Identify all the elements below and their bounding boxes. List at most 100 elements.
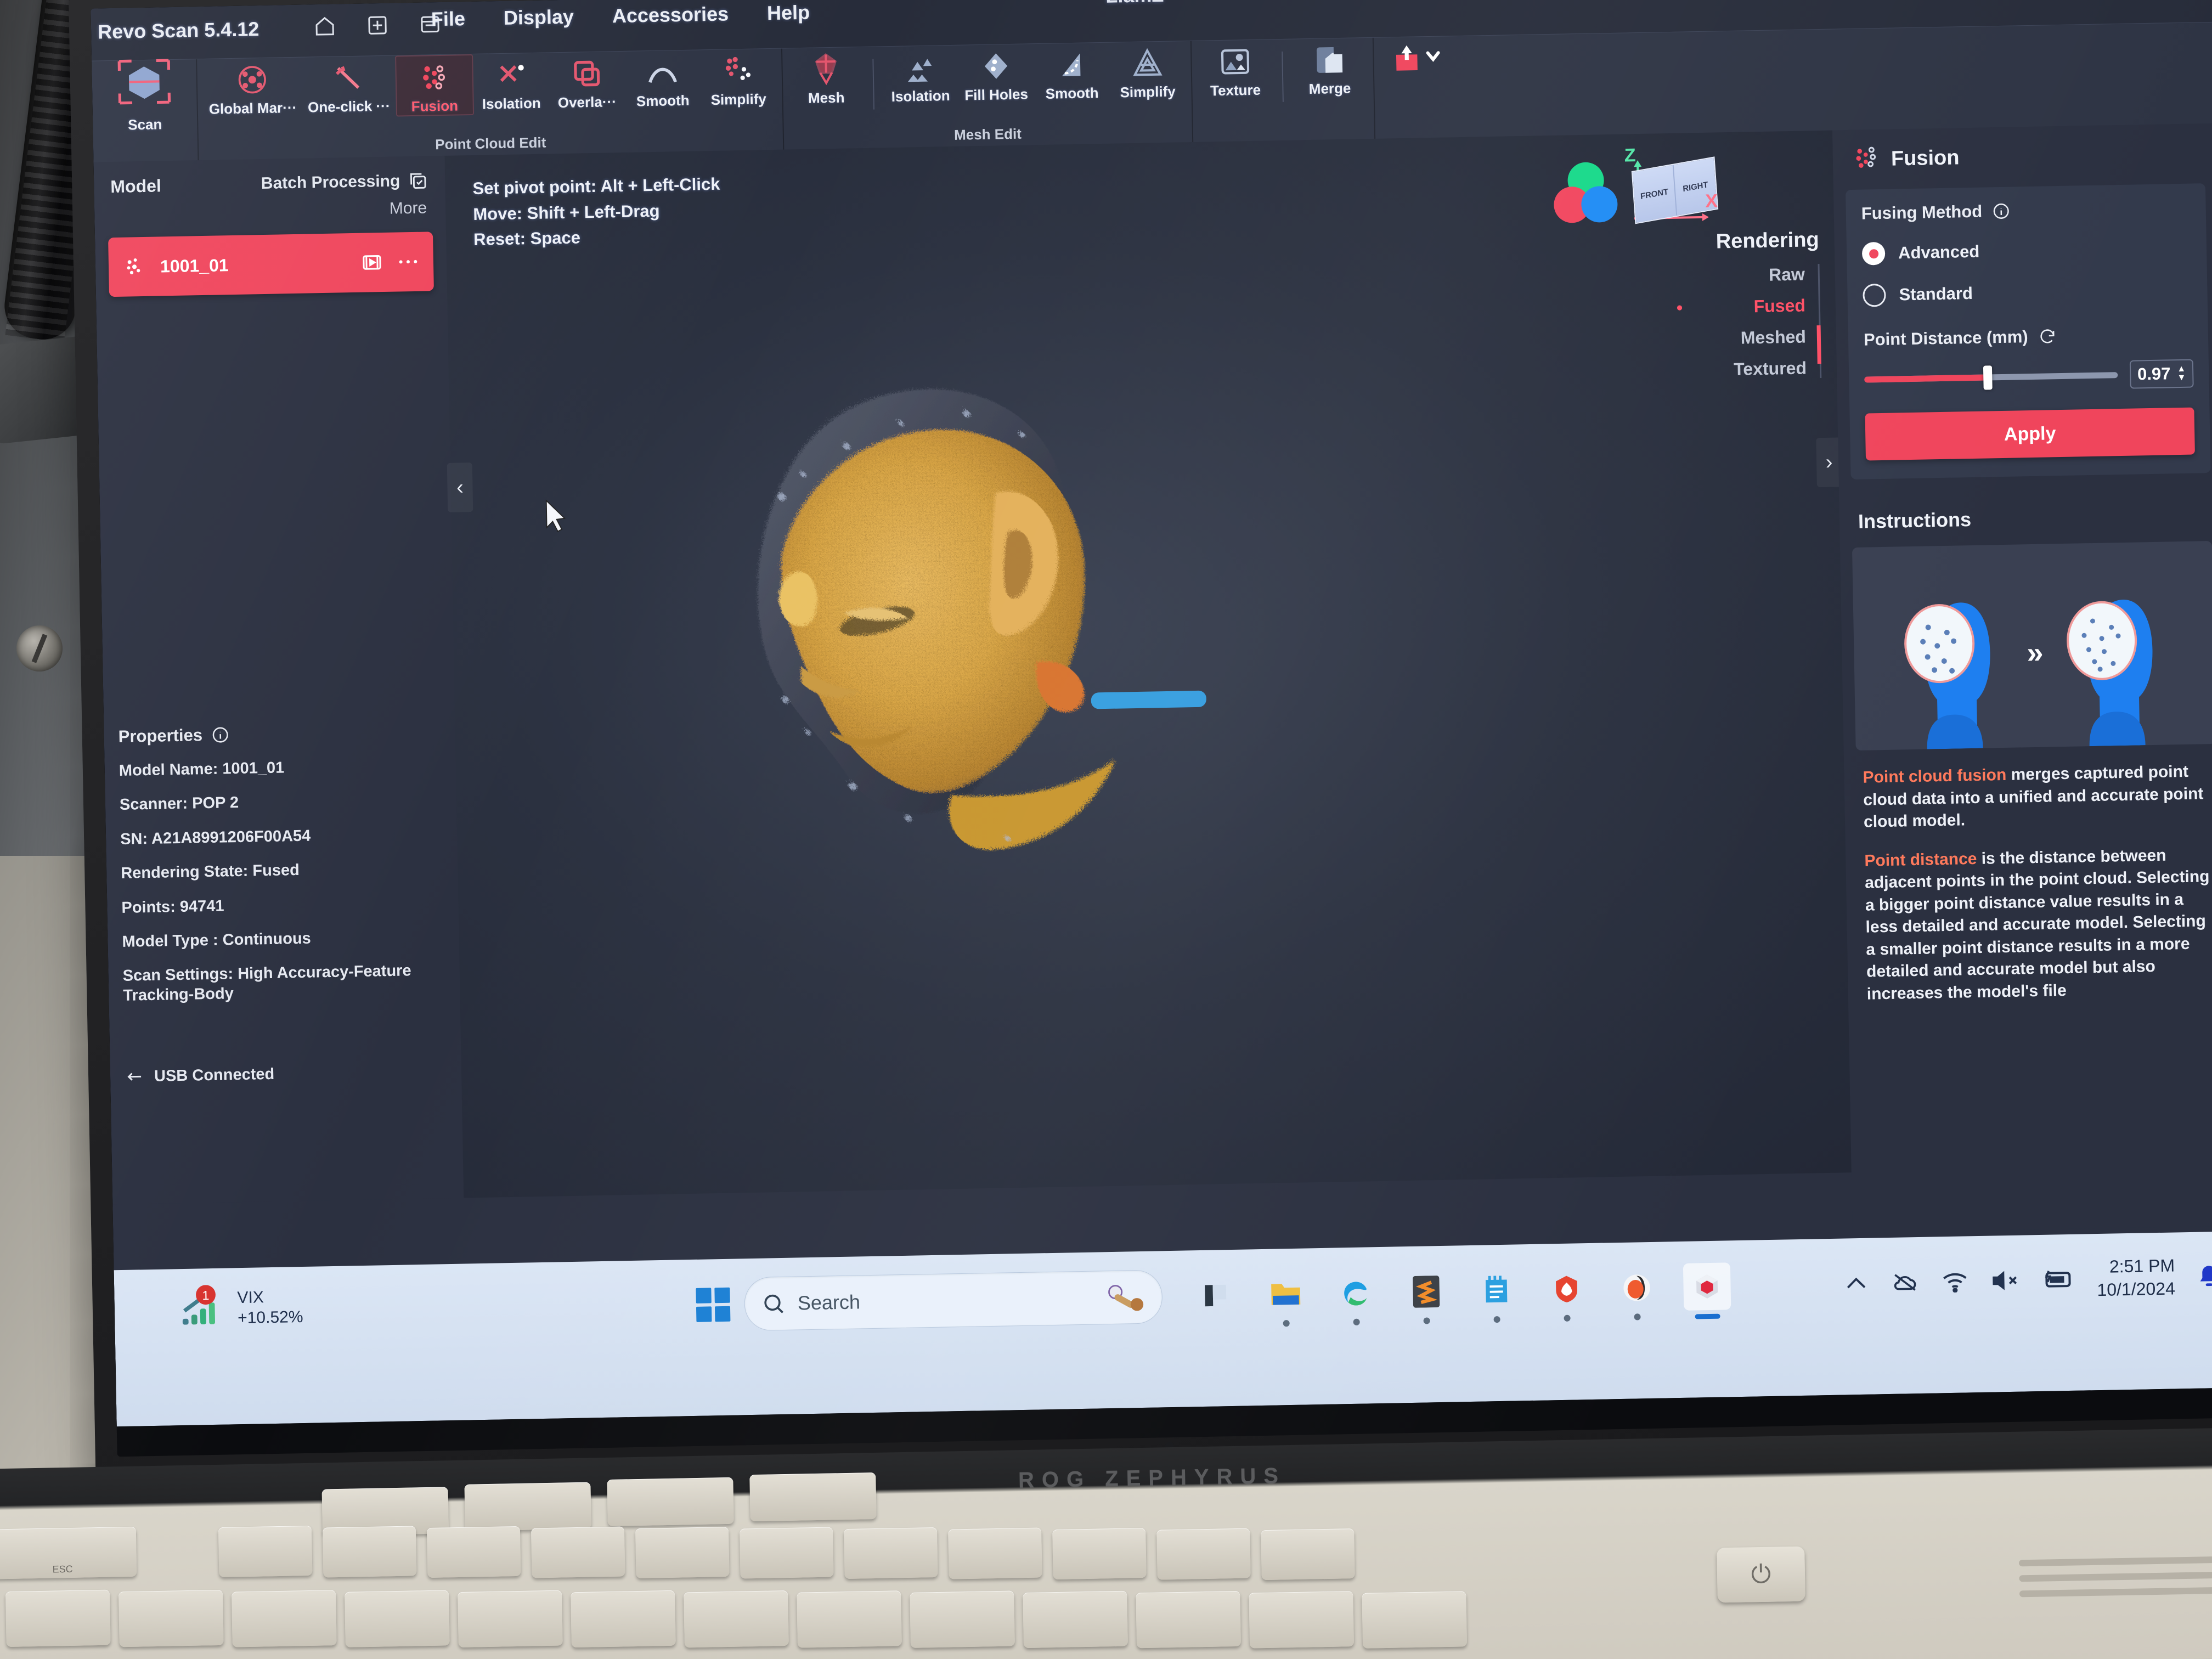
menu-file[interactable]: File (431, 7, 465, 31)
key-minus[interactable] (1249, 1591, 1355, 1649)
brave-icon[interactable] (1543, 1265, 1591, 1322)
start-button-icon[interactable] (696, 1287, 731, 1322)
key-1[interactable] (118, 1589, 224, 1647)
gizmo-face-front[interactable]: FRONT (1632, 165, 1678, 223)
radio-advanced-label: Advanced (1898, 241, 1980, 263)
search-box[interactable]: Search (743, 1269, 1163, 1331)
slider-handle[interactable] (1983, 365, 1993, 390)
tool-merge[interactable]: Merge (1291, 38, 1368, 98)
key-6[interactable] (684, 1590, 789, 1648)
keyboard[interactable]: ESC (0, 1472, 2212, 1659)
taskbar-clock[interactable]: 2:51 PM 10/1/2024 (2096, 1254, 2175, 1301)
stock-widget[interactable]: 1 VIX +10.52% (180, 1283, 303, 1333)
opera-gx-icon[interactable] (1613, 1264, 1661, 1321)
key-f3[interactable] (426, 1526, 521, 1578)
tool-fusion[interactable]: Fusion (394, 54, 474, 117)
info-icon[interactable] (1992, 202, 2011, 221)
batch-processing-button[interactable]: Batch Processing (261, 170, 429, 194)
key-f1[interactable] (218, 1525, 313, 1577)
onedrive-offline-icon[interactable] (1891, 1271, 1920, 1294)
model-list-item[interactable]: 1001_01 (108, 232, 434, 297)
home-icon[interactable] (311, 12, 340, 41)
power-button[interactable]: ⏻ (1717, 1546, 1805, 1603)
point-distance-stepper[interactable]: 0.97 ▲ ▼ (2129, 359, 2194, 389)
key-f8[interactable] (948, 1527, 1042, 1579)
key-0[interactable] (1136, 1590, 1242, 1649)
menu-help[interactable]: Help (767, 1, 810, 25)
key-8[interactable] (910, 1590, 1015, 1648)
point-distance-slider[interactable] (1864, 365, 2118, 390)
rendering-option-fused[interactable]: Fused (1645, 296, 1806, 319)
rendering-option-meshed[interactable]: Meshed (1645, 326, 1807, 349)
key-9[interactable] (1023, 1590, 1128, 1649)
rendering-option-textured[interactable]: Textured (1646, 358, 1807, 381)
key-m2[interactable] (464, 1482, 591, 1531)
key-5[interactable] (571, 1590, 676, 1648)
key-2[interactable] (231, 1590, 337, 1647)
menu-accessories[interactable]: Accessories (612, 2, 729, 27)
file-explorer-icon[interactable] (1262, 1270, 1310, 1327)
tool-mesh[interactable]: Mesh (788, 47, 865, 108)
viewport-3d[interactable]: Set pivot point: Alt + Left-Click Move: … (444, 130, 1852, 1198)
model-menu-icon[interactable] (397, 256, 419, 268)
tool-isolation[interactable]: Isolation (473, 53, 550, 113)
isolation-icon (494, 58, 528, 92)
menu-display[interactable]: Display (503, 5, 574, 30)
radio-advanced[interactable]: Advanced (1861, 236, 2192, 266)
tool-simplify-pc-label: Simplify (710, 91, 767, 109)
tool-global-marker[interactable]: Global Mar··· (202, 58, 302, 118)
reset-refresh-icon[interactable] (2038, 327, 2057, 346)
key-f7[interactable] (844, 1527, 938, 1579)
key-f4[interactable] (531, 1526, 625, 1578)
key-f6[interactable] (739, 1527, 834, 1579)
key-m3[interactable] (607, 1477, 734, 1526)
tool-overlap[interactable]: Overla··· (549, 52, 625, 112)
mesh-isolation-icon (903, 50, 938, 84)
tool-mesh-isolation[interactable]: Isolation (882, 46, 959, 106)
key-f11[interactable] (1261, 1528, 1355, 1581)
tool-scan[interactable]: Scan (97, 59, 191, 134)
wifi-icon[interactable] (1941, 1270, 1969, 1293)
collapse-left-panel-button[interactable]: ‹ (447, 462, 473, 512)
key-equals[interactable] (1362, 1591, 1468, 1649)
sublime-text-icon[interactable] (1402, 1268, 1451, 1324)
volume-muted-icon[interactable] (1990, 1269, 2021, 1291)
scanned-head-model[interactable] (612, 306, 1255, 948)
tool-smooth-pc[interactable]: Smooth (624, 50, 701, 110)
tool-mesh-simplify[interactable]: Simplify (1109, 41, 1186, 101)
tool-texture[interactable]: Texture (1197, 40, 1273, 100)
revo-scan-icon[interactable] (1683, 1262, 1731, 1319)
show-hidden-icons-chevron[interactable] (1843, 1273, 1869, 1293)
info-icon[interactable] (211, 725, 230, 744)
tool-one-click[interactable]: One-click ··· (301, 56, 396, 116)
key-f2[interactable] (322, 1526, 417, 1578)
key-7[interactable] (797, 1590, 902, 1648)
notes-icon[interactable] (1472, 1266, 1521, 1323)
fill-holes-icon (979, 49, 1013, 83)
tool-mesh-smooth[interactable]: Smooth (1033, 43, 1110, 103)
notification-bell-icon[interactable] (2197, 1263, 2212, 1290)
key-f10[interactable] (1156, 1528, 1251, 1580)
user-name-label: LiamZ (1105, 0, 1164, 8)
key-esc[interactable]: ESC (0, 1526, 137, 1579)
view-axis-gizmo[interactable]: Z FRONT RIGHT X (1607, 143, 1730, 244)
key-tilde[interactable] (5, 1589, 111, 1647)
model-preview-icon[interactable] (361, 251, 383, 274)
apply-button[interactable]: Apply (1865, 407, 2195, 461)
stepper-arrows-icon[interactable]: ▲ ▼ (2177, 364, 2186, 382)
key-f5[interactable] (635, 1526, 730, 1579)
rendering-option-raw[interactable]: Raw (1644, 264, 1805, 287)
key-f9[interactable] (1052, 1528, 1147, 1580)
tool-fill-holes[interactable]: Fill Holes (957, 44, 1034, 104)
battery-charging-icon[interactable] (2042, 1268, 2075, 1290)
task-view-icon[interactable] (1192, 1272, 1240, 1320)
property-value: POP 2 (191, 794, 239, 812)
new-project-icon[interactable] (363, 11, 392, 40)
tool-export[interactable] (1379, 36, 1455, 80)
tool-simplify-pc[interactable]: Simplify (700, 49, 777, 109)
key-3[interactable] (344, 1590, 450, 1647)
key-m4[interactable] (749, 1472, 877, 1522)
radio-standard[interactable]: Standard (1863, 278, 2192, 307)
edge-icon[interactable] (1332, 1269, 1380, 1325)
key-4[interactable] (458, 1590, 563, 1647)
